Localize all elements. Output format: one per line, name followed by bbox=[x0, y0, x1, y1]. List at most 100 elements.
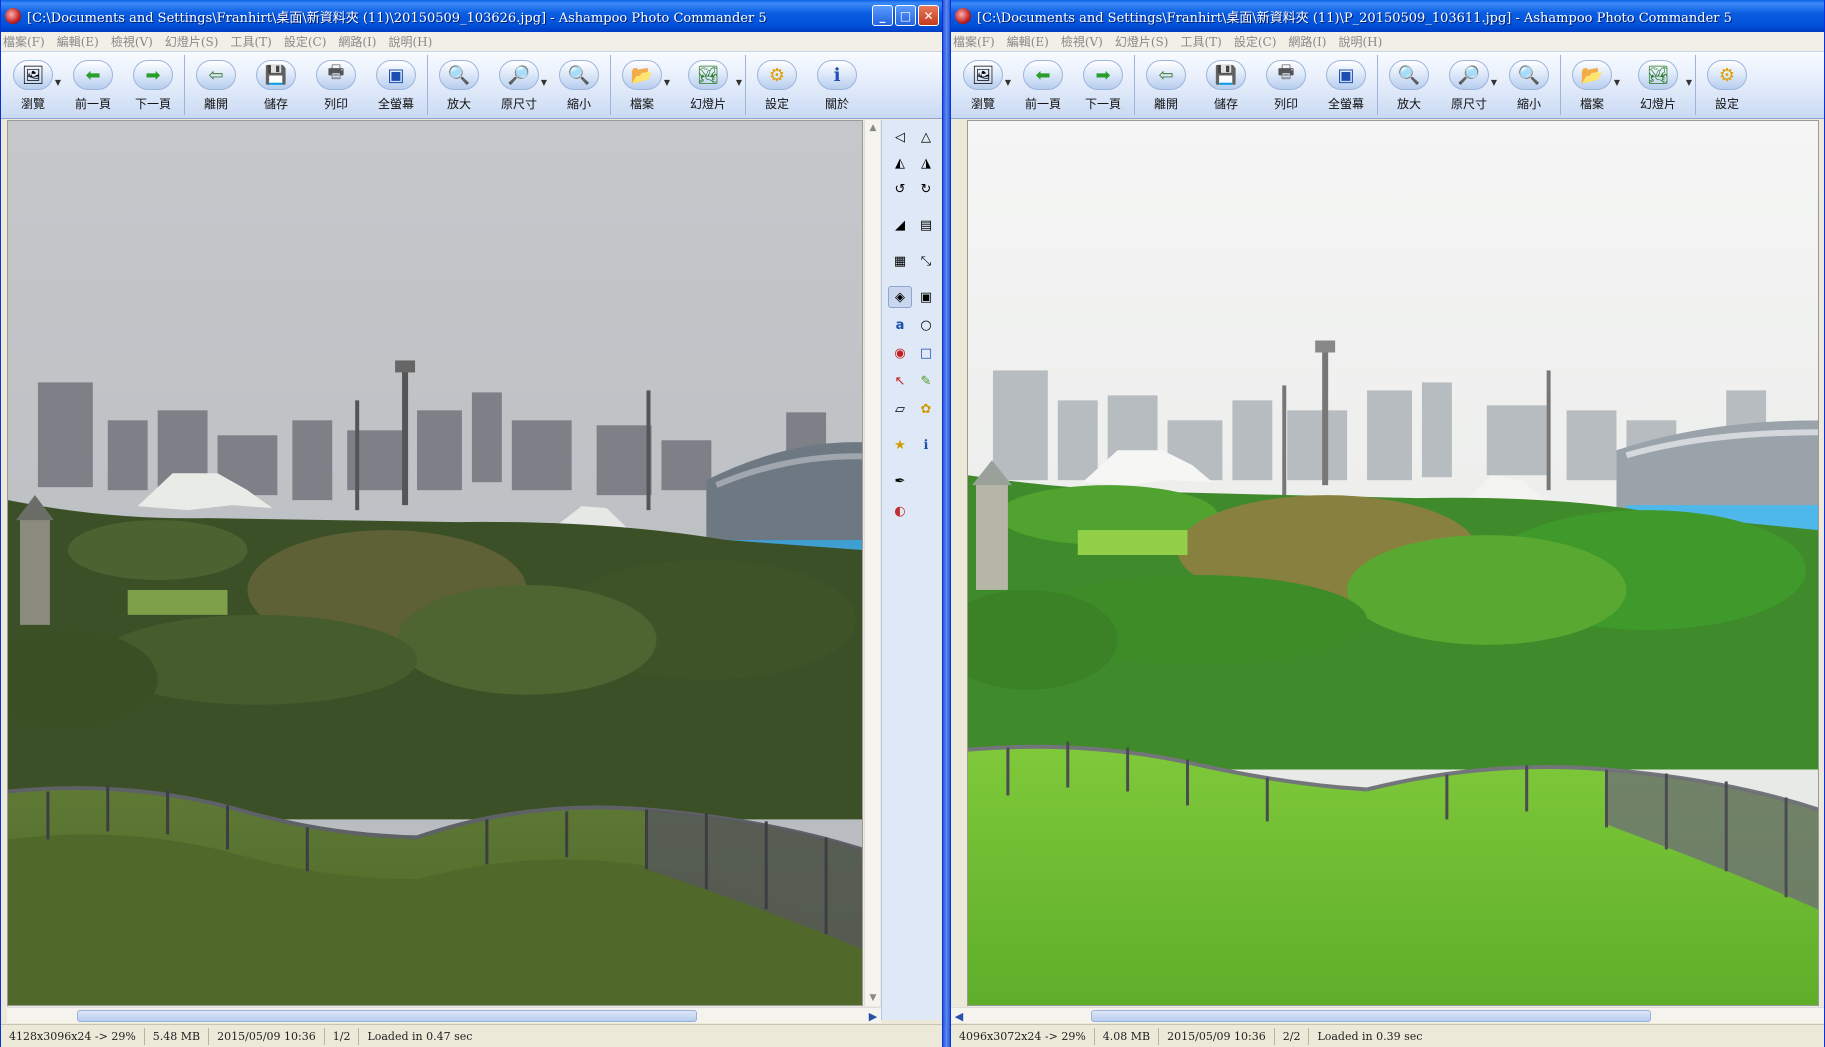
chevron-down-icon[interactable]: ▼ bbox=[1491, 78, 1497, 87]
menu-tools[interactable]: 工具(T) bbox=[230, 33, 271, 50]
save-button[interactable]: 💾 儲存 bbox=[246, 52, 306, 118]
vertical-scrollbar[interactable]: ▲ ▼ bbox=[864, 120, 880, 1006]
fullscreen-button[interactable]: ▣ 全螢幕 bbox=[366, 52, 426, 118]
menu-tools[interactable]: 工具(T) bbox=[1180, 33, 1221, 50]
title-bar[interactable]: [C:\Documents and Settings\Franhirt\桌面\新… bbox=[951, 0, 1824, 32]
arrow-icon[interactable]: ↖ bbox=[888, 370, 912, 392]
fullscreen-button[interactable]: ▣ 全螢幕 bbox=[1316, 52, 1376, 118]
next-button[interactable]: ➡ 下一頁 bbox=[123, 52, 183, 118]
previous-button[interactable]: ⬅ 前一頁 bbox=[63, 52, 123, 118]
menu-view[interactable]: 檢視(V) bbox=[1061, 33, 1103, 50]
flip-vertical-icon[interactable]: △ bbox=[914, 126, 938, 148]
rectangle-icon[interactable]: □ bbox=[914, 342, 938, 364]
menu-internet[interactable]: 網路(I) bbox=[1288, 33, 1326, 50]
print-button[interactable]: 🖶 列印 bbox=[1256, 52, 1316, 118]
slideshow-button[interactable]: 🏞 幻燈片 ▼ bbox=[672, 52, 744, 118]
app-icon[interactable] bbox=[5, 8, 21, 24]
scroll-up-icon[interactable]: ▲ bbox=[865, 120, 881, 136]
zoom-out-button[interactable]: 🔍 縮小 bbox=[549, 52, 609, 118]
browse-button[interactable]: 🖼 瀏覽 ▼ bbox=[953, 52, 1013, 118]
chevron-down-icon[interactable]: ▼ bbox=[541, 78, 547, 87]
image-icon[interactable]: ▤ bbox=[914, 214, 938, 236]
sticker-icon[interactable]: ★ bbox=[888, 434, 912, 456]
chevron-down-icon[interactable]: ▼ bbox=[664, 78, 670, 87]
menu-settings[interactable]: 設定(C) bbox=[284, 33, 327, 50]
close-button[interactable]: ✕ bbox=[918, 5, 939, 26]
scroll-left-icon[interactable]: ◀ bbox=[951, 1008, 967, 1024]
actual-size-button[interactable]: 🔎 原尺寸 ▼ bbox=[1439, 52, 1499, 118]
save-button[interactable]: 💾 儲存 bbox=[1196, 52, 1256, 118]
exit-button[interactable]: ⇦ 離開 bbox=[1136, 52, 1196, 118]
pencil-icon[interactable]: ✎ bbox=[914, 370, 938, 392]
previous-icon: ⬅ bbox=[73, 60, 113, 90]
settings-button[interactable]: ⚙ 設定 bbox=[1697, 52, 1757, 118]
file-button[interactable]: 📂 檔案 ▼ bbox=[612, 52, 672, 118]
image-viewer[interactable] bbox=[967, 120, 1819, 1006]
select-icon[interactable]: ▣ bbox=[914, 286, 938, 308]
app-icon[interactable] bbox=[955, 8, 971, 24]
info-icon[interactable]: ℹ bbox=[914, 434, 938, 456]
previous-button[interactable]: ⬅ 前一頁 bbox=[1013, 52, 1073, 118]
file-button[interactable]: 📂 檔案 ▼ bbox=[1562, 52, 1622, 118]
browse-button[interactable]: 🖼 瀏覽 ▼ bbox=[3, 52, 63, 118]
rotate-180-icon[interactable]: ↺ bbox=[888, 178, 912, 200]
rotate-left-icon[interactable]: ◁ bbox=[888, 126, 912, 148]
menu-view[interactable]: 檢視(V) bbox=[111, 33, 153, 50]
menu-file[interactable]: 檔案(F) bbox=[3, 33, 45, 50]
zoom-in-button[interactable]: 🔍 放大 bbox=[429, 52, 489, 118]
scroll-right-icon[interactable]: ▶ bbox=[865, 1008, 881, 1024]
scroll-down-icon[interactable]: ▼ bbox=[865, 990, 881, 1006]
chevron-down-icon[interactable]: ▼ bbox=[1614, 78, 1620, 87]
actual-size-button[interactable]: 🔎 原尺寸 ▼ bbox=[489, 52, 549, 118]
horizontal-scrollbar[interactable]: ◀ bbox=[951, 1007, 1824, 1024]
file-icon: 📂 bbox=[1572, 60, 1612, 90]
menu-file[interactable]: 檔案(F) bbox=[953, 33, 995, 50]
title-bar[interactable]: [C:\Documents and Settings\Franhirt\桌面\新… bbox=[1, 0, 942, 32]
chevron-down-icon[interactable]: ▼ bbox=[1005, 78, 1011, 87]
scroll-thumb[interactable] bbox=[77, 1010, 697, 1022]
menu-help[interactable]: 說明(H) bbox=[388, 33, 432, 50]
menu-internet[interactable]: 網路(I) bbox=[338, 33, 376, 50]
edit-tools-panel: ◁ △ ◭ ◮ ↺ ↻ ◢ ▤ ▦ ⤡ ◈ ▣ a ○ ◉ □ ↖ ✎ ▱ ✿ … bbox=[881, 120, 941, 1020]
menu-slideshow[interactable]: 幻燈片(S) bbox=[1115, 33, 1169, 50]
crop-tool-icon[interactable]: ◈ bbox=[888, 286, 912, 308]
resize-icon[interactable]: ⤡ bbox=[914, 250, 938, 272]
settings-button[interactable]: ⚙ 設定 bbox=[747, 52, 807, 118]
left-window: [C:\Documents and Settings\Franhirt\桌面\新… bbox=[0, 0, 943, 1047]
text-icon[interactable]: a bbox=[888, 314, 912, 336]
clone-icon[interactable]: ✿ bbox=[914, 398, 938, 420]
menu-settings[interactable]: 設定(C) bbox=[1234, 33, 1277, 50]
splitter[interactable] bbox=[951, 120, 961, 1006]
color-picker-icon[interactable]: ✒ bbox=[888, 470, 912, 492]
reset-icon[interactable]: ↻ bbox=[914, 178, 938, 200]
minimize-button[interactable]: _ bbox=[872, 5, 893, 26]
print-button[interactable]: 🖶 列印 bbox=[306, 52, 366, 118]
exit-button[interactable]: ⇦ 離開 bbox=[186, 52, 246, 118]
slideshow-button[interactable]: 🏞 幻燈片 ▼ bbox=[1622, 52, 1694, 118]
color-palette-icon[interactable]: ◐ bbox=[888, 500, 912, 522]
menu-bar: 檔案(F) 編輯(E) 檢視(V) 幻燈片(S) 工具(T) 設定(C) 網路(… bbox=[1, 32, 942, 51]
red-eye-icon[interactable]: ◉ bbox=[888, 342, 912, 364]
eraser-icon[interactable]: ▱ bbox=[888, 398, 912, 420]
eraser-icon[interactable]: ◢ bbox=[888, 214, 912, 236]
horizontal-scrollbar[interactable]: ▶ bbox=[7, 1007, 881, 1023]
toolbar-separator bbox=[745, 55, 746, 115]
about-button[interactable]: ℹ 關於 bbox=[807, 52, 867, 118]
insert-picture-icon[interactable]: ▦ bbox=[888, 250, 912, 272]
next-button[interactable]: ➡ 下一頁 bbox=[1073, 52, 1133, 118]
menu-edit[interactable]: 編輯(E) bbox=[1007, 33, 1049, 50]
chevron-down-icon[interactable]: ▼ bbox=[55, 78, 61, 87]
zoom-out-button[interactable]: 🔍 縮小 bbox=[1499, 52, 1559, 118]
flip-horizontal-icon[interactable]: ◭ bbox=[888, 152, 912, 174]
speech-bubble-icon[interactable]: ○ bbox=[914, 314, 938, 336]
image-viewer[interactable] bbox=[7, 120, 863, 1006]
scroll-thumb[interactable] bbox=[1091, 1010, 1651, 1022]
maximize-button[interactable]: □ bbox=[895, 5, 916, 26]
menu-edit[interactable]: 編輯(E) bbox=[57, 33, 99, 50]
rotate-right-icon[interactable]: ◮ bbox=[914, 152, 938, 174]
zoom-in-button[interactable]: 🔍 放大 bbox=[1379, 52, 1439, 118]
chevron-down-icon[interactable]: ▼ bbox=[1686, 78, 1692, 87]
menu-help[interactable]: 說明(H) bbox=[1338, 33, 1382, 50]
menu-slideshow[interactable]: 幻燈片(S) bbox=[165, 33, 219, 50]
chevron-down-icon[interactable]: ▼ bbox=[736, 78, 742, 87]
